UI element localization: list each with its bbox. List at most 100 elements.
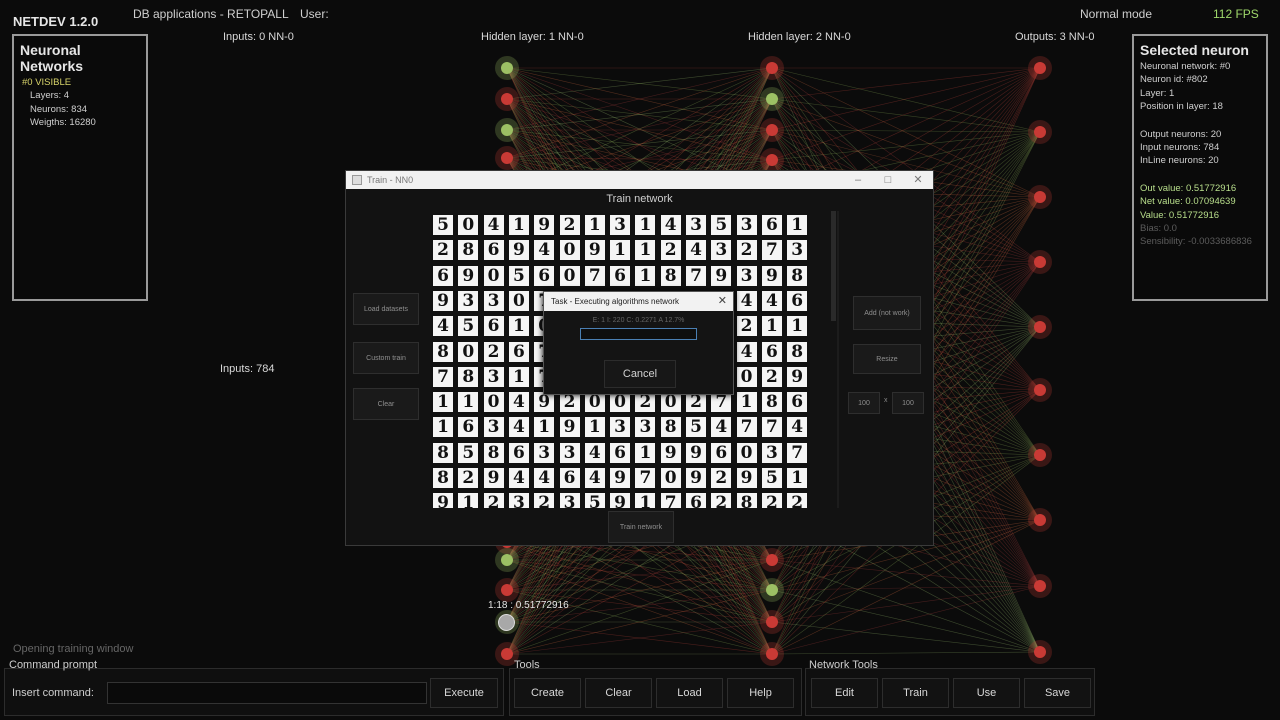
digit-sample[interactable]: 0 — [458, 215, 479, 235]
neuron-node[interactable] — [766, 554, 778, 566]
digit-sample[interactable]: 4 — [508, 468, 529, 488]
digit-sample[interactable]: 7 — [660, 493, 681, 508]
digit-sample[interactable]: 7 — [787, 442, 808, 463]
digit-sample[interactable]: 5 — [584, 493, 605, 508]
digit-sample[interactable]: 6 — [610, 442, 631, 463]
neuron-node[interactable] — [501, 62, 513, 74]
digit-sample[interactable]: 3 — [635, 417, 656, 438]
digit-sample[interactable]: 9 — [458, 265, 479, 286]
digit-sample[interactable]: 9 — [660, 442, 681, 463]
neuron-node[interactable] — [501, 584, 513, 596]
neuron-node[interactable] — [766, 93, 778, 105]
digit-sample[interactable]: 1 — [534, 417, 555, 438]
digit-sample[interactable]: 4 — [736, 341, 757, 362]
digit-sample[interactable]: 3 — [483, 366, 504, 387]
digit-sample[interactable]: 3 — [483, 417, 504, 438]
digit-sample[interactable]: 5 — [458, 442, 479, 463]
digit-sample[interactable]: 6 — [483, 316, 504, 337]
digit-sample[interactable]: 6 — [787, 392, 808, 413]
help-button[interactable]: Help — [727, 678, 794, 708]
edit-button[interactable]: Edit — [811, 678, 878, 708]
digit-sample[interactable]: 9 — [761, 265, 782, 286]
digit-sample[interactable]: 1 — [458, 493, 479, 508]
digit-sample[interactable]: 1 — [433, 392, 453, 413]
create-button[interactable]: Create — [514, 678, 581, 708]
digit-sample[interactable]: 8 — [660, 265, 681, 286]
digit-sample[interactable]: 2 — [711, 468, 732, 488]
digit-sample[interactable]: 6 — [508, 341, 529, 362]
maximize-icon[interactable]: □ — [873, 171, 903, 189]
digit-sample[interactable]: 1 — [635, 215, 656, 235]
neuron-node[interactable] — [1034, 580, 1046, 592]
digit-sample[interactable]: 8 — [736, 493, 757, 508]
digit-sample[interactable]: 8 — [433, 442, 453, 463]
digit-sample[interactable]: 2 — [736, 240, 757, 261]
digit-sample[interactable]: 1 — [508, 366, 529, 387]
digit-sample[interactable]: 0 — [610, 392, 631, 413]
digit-sample[interactable]: 5 — [508, 265, 529, 286]
execute-button[interactable]: Execute — [430, 678, 498, 708]
digit-sample[interactable]: 2 — [660, 240, 681, 261]
custom-train-button[interactable]: Custom train — [353, 342, 419, 374]
digit-sample[interactable]: 5 — [711, 215, 732, 235]
digit-sample[interactable]: 3 — [686, 215, 706, 235]
digit-sample[interactable]: 8 — [433, 341, 453, 362]
add-button[interactable]: Add (not work) — [853, 296, 921, 330]
digit-sample[interactable]: 8 — [660, 417, 681, 438]
clear-button[interactable]: Clear — [585, 678, 652, 708]
digit-sample[interactable]: 1 — [635, 442, 656, 463]
digit-sample[interactable]: 3 — [534, 442, 555, 463]
digit-sample[interactable]: 3 — [761, 442, 782, 463]
digit-sample[interactable]: 8 — [458, 366, 479, 387]
neuron-node[interactable] — [1034, 256, 1046, 268]
neuron-node[interactable] — [1034, 321, 1046, 333]
digit-sample[interactable]: 9 — [584, 240, 605, 261]
neuron-node[interactable] — [1034, 384, 1046, 396]
digit-sample[interactable]: 3 — [787, 240, 808, 261]
digit-sample[interactable]: 3 — [508, 493, 529, 508]
selected-neuron-marker[interactable] — [498, 614, 515, 631]
digit-sample[interactable]: 1 — [736, 392, 757, 413]
digit-sample[interactable]: 5 — [433, 215, 453, 235]
use-button[interactable]: Use — [953, 678, 1020, 708]
load-datasets-button[interactable]: Load datasets — [353, 293, 419, 325]
digit-sample[interactable]: 4 — [433, 316, 453, 337]
digit-sample[interactable]: 7 — [686, 265, 706, 286]
digit-sample[interactable]: 1 — [787, 468, 808, 488]
minimize-icon[interactable]: – — [843, 171, 873, 189]
width-input[interactable]: 100 — [848, 392, 880, 414]
digit-sample[interactable]: 9 — [433, 493, 453, 508]
digit-sample[interactable]: 3 — [736, 265, 757, 286]
digit-sample[interactable]: 9 — [736, 468, 757, 488]
digit-sample[interactable]: 0 — [584, 392, 605, 413]
digit-sample[interactable]: 1 — [610, 240, 631, 261]
digit-sample[interactable]: 2 — [635, 392, 656, 413]
digit-sample[interactable]: 8 — [787, 265, 808, 286]
digit-sample[interactable]: 4 — [534, 468, 555, 488]
network-entry[interactable]: #0 VISIBLE — [20, 76, 140, 89]
clear-dataset-button[interactable]: Clear — [353, 388, 419, 420]
digit-sample[interactable]: 9 — [610, 493, 631, 508]
neuron-node[interactable] — [766, 62, 778, 74]
neuron-node[interactable] — [501, 93, 513, 105]
neuron-node[interactable] — [1034, 449, 1046, 461]
digit-sample[interactable]: 0 — [736, 366, 757, 387]
digit-sample[interactable]: 9 — [433, 290, 453, 311]
load-button[interactable]: Load — [656, 678, 723, 708]
digit-sample[interactable]: 9 — [787, 366, 808, 387]
digit-sample[interactable]: 8 — [761, 392, 782, 413]
digit-sample[interactable]: 6 — [508, 442, 529, 463]
digit-sample[interactable]: 9 — [534, 392, 555, 413]
digit-sample[interactable]: 2 — [458, 468, 479, 488]
digit-sample[interactable]: 6 — [534, 265, 555, 286]
digit-sample[interactable]: 6 — [458, 417, 479, 438]
digit-sample[interactable]: 6 — [761, 215, 782, 235]
neuron-node[interactable] — [1034, 62, 1046, 74]
digit-sample[interactable]: 2 — [534, 493, 555, 508]
digit-sample[interactable]: 3 — [736, 215, 757, 235]
neuron-node[interactable] — [1034, 191, 1046, 203]
digit-sample[interactable]: 3 — [559, 493, 580, 508]
digit-sample[interactable]: 6 — [559, 468, 580, 488]
digit-sample[interactable]: 3 — [610, 417, 631, 438]
cancel-button[interactable]: Cancel — [604, 360, 676, 388]
